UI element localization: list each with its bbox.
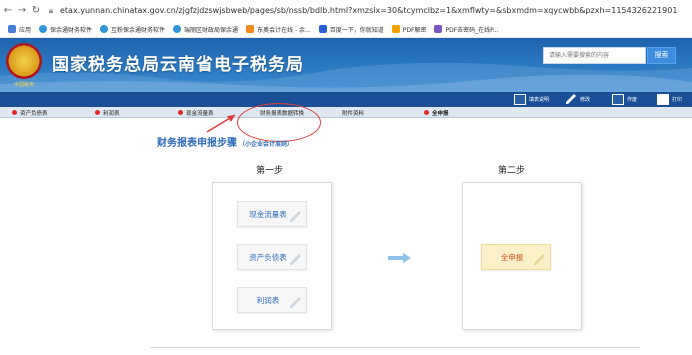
divider bbox=[150, 347, 640, 348]
modify-button[interactable]: 修改 bbox=[565, 93, 590, 106]
bookmark-favicon-icon bbox=[434, 25, 443, 33]
bookmark-favicon-icon bbox=[100, 25, 109, 33]
error-marker-icon bbox=[424, 110, 429, 115]
tab-attachments[interactable]: 附件资料 bbox=[342, 107, 364, 118]
bookmark-item[interactable]: PDF去密码_在线P... bbox=[434, 25, 499, 34]
step2-label: 第二步 bbox=[498, 166, 526, 176]
bookmark-item[interactable]: 百度一下，你就知道 bbox=[318, 25, 384, 34]
pen-icon bbox=[534, 254, 545, 265]
bookmark-item[interactable]: 互粉保余通财务软件 bbox=[100, 25, 165, 34]
browser-address-bar: ← → ↻ 🔒︎ etax.yunnan.chinatax.gov.cn/zjg… bbox=[0, 0, 692, 21]
full-declaration-button[interactable]: 全申报 bbox=[481, 244, 551, 270]
error-marker-icon bbox=[178, 110, 183, 115]
pencil-icon bbox=[566, 94, 576, 104]
bookmark-item[interactable]: 瑞丽区财政局保余通 bbox=[173, 25, 238, 34]
print-button[interactable]: 打印 bbox=[657, 93, 682, 106]
bookmarks-bar: 应用 保余通财务软件 互粉保余通财务软件 瑞丽区财政局保余通 东奥会计在线 - … bbox=[0, 21, 692, 38]
steps-subtitle: （小企业会计准则） bbox=[239, 141, 294, 148]
steps-heading: 财务报表申报步骤 （小企业会计准则） bbox=[157, 138, 294, 149]
bookmark-item[interactable]: PDF解密 bbox=[391, 25, 426, 34]
bookmark-favicon-icon bbox=[173, 25, 182, 33]
cash-flow-button[interactable]: 现金流量表 bbox=[237, 201, 307, 227]
error-marker-icon bbox=[12, 110, 17, 115]
pen-icon bbox=[290, 297, 301, 308]
printer-icon bbox=[657, 94, 669, 105]
tax-emblem-logo bbox=[6, 43, 42, 79]
step2-panel: 全申报 bbox=[462, 182, 582, 330]
search-input[interactable] bbox=[543, 47, 646, 64]
step1-panel: 现金流量表 资产负债表 利润表 bbox=[212, 182, 332, 330]
search-button[interactable]: 搜索 bbox=[647, 47, 676, 64]
step1-label: 第一步 bbox=[256, 166, 284, 176]
bookmark-favicon-icon bbox=[39, 25, 48, 33]
site-header: 中国税务 国家税务总局云南省电子税务局 搜索 bbox=[0, 38, 692, 92]
report-tabs: 资产负债表 利润表 现金流量表 财务报表数据转换 附件资料 全申报 bbox=[0, 107, 692, 118]
form-toolbar: 填表说明 修改 作废 打印 bbox=[0, 92, 692, 107]
tab-full-declaration[interactable]: 全申报 bbox=[424, 107, 449, 118]
bookmark-favicon-icon bbox=[246, 25, 255, 33]
back-icon[interactable]: ← bbox=[2, 5, 14, 16]
pen-icon bbox=[290, 211, 301, 222]
void-button[interactable]: 作废 bbox=[612, 93, 637, 106]
void-document-icon bbox=[612, 94, 624, 105]
bookmark-apps[interactable]: 应用 bbox=[8, 25, 31, 34]
bookmark-favicon-icon bbox=[391, 25, 400, 33]
instructions-button[interactable]: 填表说明 bbox=[514, 93, 549, 106]
bookmark-item[interactable]: 东奥会计在线 - 余... bbox=[246, 25, 311, 34]
bookmark-item[interactable]: 保余通财务软件 bbox=[39, 25, 92, 34]
url-field[interactable]: etax.yunnan.chinatax.gov.cn/zjgfzjdzswjs… bbox=[60, 6, 677, 15]
forward-icon[interactable]: → bbox=[16, 5, 28, 16]
site-title: 国家税务总局云南省电子税务局 bbox=[52, 55, 304, 75]
emblem-caption: 中国税务 bbox=[13, 82, 34, 88]
next-step-arrow-icon bbox=[388, 253, 411, 263]
tab-balance-sheet[interactable]: 资产负债表 bbox=[12, 107, 48, 118]
annotation-arrow-icon bbox=[206, 114, 236, 133]
bookmark-favicon-icon bbox=[318, 25, 327, 33]
reload-icon[interactable]: ↻ bbox=[30, 5, 42, 16]
balance-sheet-button[interactable]: 资产负债表 bbox=[237, 244, 307, 270]
lock-icon[interactable]: 🔒︎ bbox=[46, 6, 56, 16]
apps-grid-icon bbox=[8, 25, 16, 33]
income-statement-button[interactable]: 利润表 bbox=[237, 287, 307, 313]
tab-income-statement[interactable]: 利润表 bbox=[95, 107, 120, 118]
pen-icon bbox=[290, 254, 301, 265]
error-marker-icon bbox=[95, 110, 100, 115]
document-icon bbox=[514, 94, 526, 105]
